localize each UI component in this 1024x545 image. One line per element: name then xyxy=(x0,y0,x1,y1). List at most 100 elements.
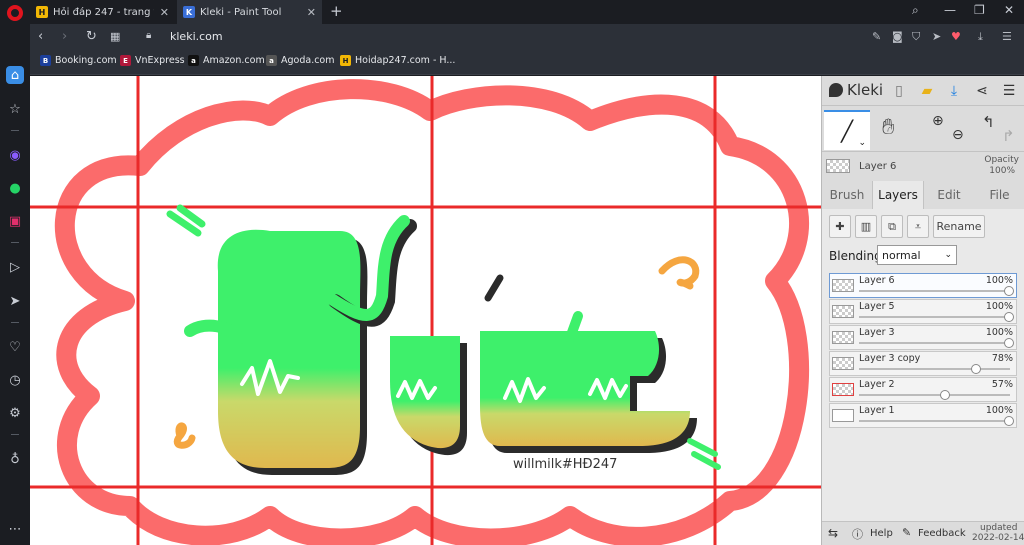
tab-layers[interactable]: Layers xyxy=(872,181,924,209)
history-icon[interactable]: ◷ xyxy=(6,371,24,389)
close-icon[interactable]: ✕ xyxy=(160,6,169,19)
tab-brush[interactable]: Brush xyxy=(822,181,872,209)
layer-name: Layer 3 copy xyxy=(859,353,921,364)
bookmark-label: Hoidap247.com - H... xyxy=(355,55,456,66)
opacity-slider-handle[interactable] xyxy=(1004,338,1014,348)
layer-row[interactable]: Layer 5 100% xyxy=(829,299,1017,324)
heart-icon[interactable]: ♡ xyxy=(6,338,24,356)
open-folder-icon[interactable]: ▰ xyxy=(918,82,936,100)
merge-layer-button[interactable]: ⩡ xyxy=(907,215,929,238)
forward-icon[interactable]: › xyxy=(62,29,67,44)
search-icon[interactable]: ⌕ xyxy=(912,3,919,18)
layers-panel: ✚ ▥ ⧉ ⩡ Rename Blending normal ⌄ Layer 6… xyxy=(822,209,1024,521)
opacity-slider-track[interactable] xyxy=(859,316,1010,318)
whatsapp-icon[interactable]: ● xyxy=(6,179,24,197)
feedback-icon[interactable]: ✎ xyxy=(902,526,911,539)
brush-icon: ╱ xyxy=(840,119,854,143)
home-icon[interactable]: ⌂ xyxy=(6,66,24,84)
hand-tool-icon[interactable]: ✋︎ xyxy=(882,115,895,140)
opacity-slider-track[interactable] xyxy=(859,342,1010,344)
download-icon[interactable]: ⤓ xyxy=(978,30,983,44)
opacity-slider-handle[interactable] xyxy=(1004,312,1014,322)
zoom-out-icon[interactable]: ⊖ xyxy=(952,127,964,143)
close-window-icon[interactable]: ✕ xyxy=(1004,3,1014,17)
bookmark-hoidap247[interactable]: H Hoidap247.com - H... xyxy=(340,55,455,66)
heart-icon[interactable]: ♥ xyxy=(951,30,961,43)
brush-tool-button[interactable]: ╱ ⌄ xyxy=(824,110,870,150)
zoom-in-icon[interactable]: ⊕ xyxy=(932,113,944,129)
star-icon[interactable]: ☆ xyxy=(6,100,24,118)
help-link[interactable]: Help xyxy=(870,528,893,539)
restore-icon[interactable]: ❐ xyxy=(974,3,985,17)
shield-icon[interactable]: ⛉ xyxy=(912,30,920,44)
send-icon[interactable]: ➤ xyxy=(6,292,24,310)
opacity-slider-track[interactable] xyxy=(859,420,1010,422)
reload-icon[interactable]: ↻ xyxy=(86,29,97,44)
opacity-slider-handle[interactable] xyxy=(939,390,950,400)
help-icon[interactable]: ⓘ xyxy=(852,526,863,542)
rename-button[interactable]: Rename xyxy=(933,215,985,238)
layer-name: Layer 3 xyxy=(859,327,895,338)
opacity-slider-handle[interactable] xyxy=(1004,286,1014,296)
redo-icon[interactable]: ↱ xyxy=(1002,127,1015,145)
layer-name: Layer 5 xyxy=(859,301,895,312)
layer-row[interactable]: Layer 1 100% xyxy=(829,403,1017,428)
feedback-link[interactable]: Feedback xyxy=(918,528,966,539)
opacity-slider-track[interactable] xyxy=(859,290,1010,292)
blending-select[interactable]: normal ⌄ xyxy=(877,245,957,265)
tab-kleki[interactable]: K Kleki - Paint Tool ✕ xyxy=(177,0,322,24)
add-layer-button[interactable]: ✚ xyxy=(829,215,851,238)
bookmark-vnexpress[interactable]: E VnExpress xyxy=(120,55,185,66)
new-tab-button[interactable]: + xyxy=(330,2,343,20)
layer-thumbnail xyxy=(832,409,854,422)
url-field[interactable]: kleki.com xyxy=(170,30,223,43)
layer-thumbnail xyxy=(826,159,850,173)
kleki-tabs: Brush Layers Edit File xyxy=(822,181,1024,209)
opera-logo-icon[interactable] xyxy=(7,5,23,21)
delete-layer-button[interactable]: ▥ xyxy=(855,215,877,238)
player-icon[interactable]: ▷ xyxy=(6,258,24,276)
bookmarks-bar: B Booking.com E VnExpress a Amazon.com a… xyxy=(30,50,1024,75)
tab-file[interactable]: File xyxy=(974,181,1024,209)
undo-icon[interactable]: ↰ xyxy=(982,113,995,131)
layer-row[interactable]: Layer 2 57% xyxy=(829,377,1017,402)
edit-icon[interactable]: ✎ xyxy=(872,30,881,43)
layer-row[interactable]: Layer 3 100% xyxy=(829,325,1017,350)
drawing-canvas[interactable]: willmilk#HĐ247 xyxy=(30,76,821,545)
tabs-grid-icon[interactable]: ▦ xyxy=(110,30,120,43)
vnexpress-icon: E xyxy=(120,55,131,66)
menu-icon[interactable]: ☰ xyxy=(1002,30,1012,43)
download-icon[interactable]: ⤓ xyxy=(945,82,963,100)
camera-icon[interactable]: ◙ xyxy=(892,30,903,43)
layer-name: Layer 2 xyxy=(859,379,895,390)
instagram-icon[interactable]: ▣ xyxy=(6,212,24,230)
swap-icon[interactable]: ⇆ xyxy=(828,526,838,540)
layer-row[interactable]: Layer 6 100% xyxy=(829,273,1017,298)
tab-edit[interactable]: Edit xyxy=(924,181,974,209)
bookmark-agoda[interactable]: a Agoda.com xyxy=(266,55,335,66)
signature-text: willmilk#HĐ247 xyxy=(513,457,617,472)
opacity-slider-track[interactable] xyxy=(859,368,1010,370)
opacity-slider-track[interactable] xyxy=(859,394,1010,396)
layer-opacity: 100% xyxy=(985,405,1013,416)
minimize-icon[interactable]: — xyxy=(944,3,956,17)
close-icon[interactable]: ✕ xyxy=(307,6,316,19)
new-file-icon[interactable]: ▯ xyxy=(890,82,908,100)
chevron-down-icon[interactable]: ⌄ xyxy=(858,138,866,148)
tab-hoidap[interactable]: H Hỏi đáp 247 - trang tra lời ✕ xyxy=(30,0,175,24)
lightbulb-icon[interactable]: ♁ xyxy=(6,450,24,468)
opacity-slider-handle[interactable] xyxy=(971,364,981,374)
bookmark-booking[interactable]: B Booking.com xyxy=(40,55,117,66)
send-icon[interactable]: ➤ xyxy=(932,30,941,43)
back-icon[interactable]: ‹ xyxy=(38,29,43,44)
messenger-icon[interactable]: ◉ xyxy=(6,146,24,164)
more-icon[interactable]: ⋯ xyxy=(6,520,24,538)
bookmark-amazon[interactable]: a Amazon.com xyxy=(188,55,265,66)
kleki-favicon-icon: K xyxy=(183,6,195,18)
opacity-slider-handle[interactable] xyxy=(1004,416,1014,426)
settings-icon[interactable]: ⚙ xyxy=(6,404,24,422)
menu-icon[interactable]: ☰ xyxy=(1000,82,1018,100)
share-icon[interactable]: ⋖ xyxy=(973,82,991,100)
duplicate-layer-button[interactable]: ⧉ xyxy=(881,215,903,238)
layer-row[interactable]: Layer 3 copy 78% xyxy=(829,351,1017,376)
